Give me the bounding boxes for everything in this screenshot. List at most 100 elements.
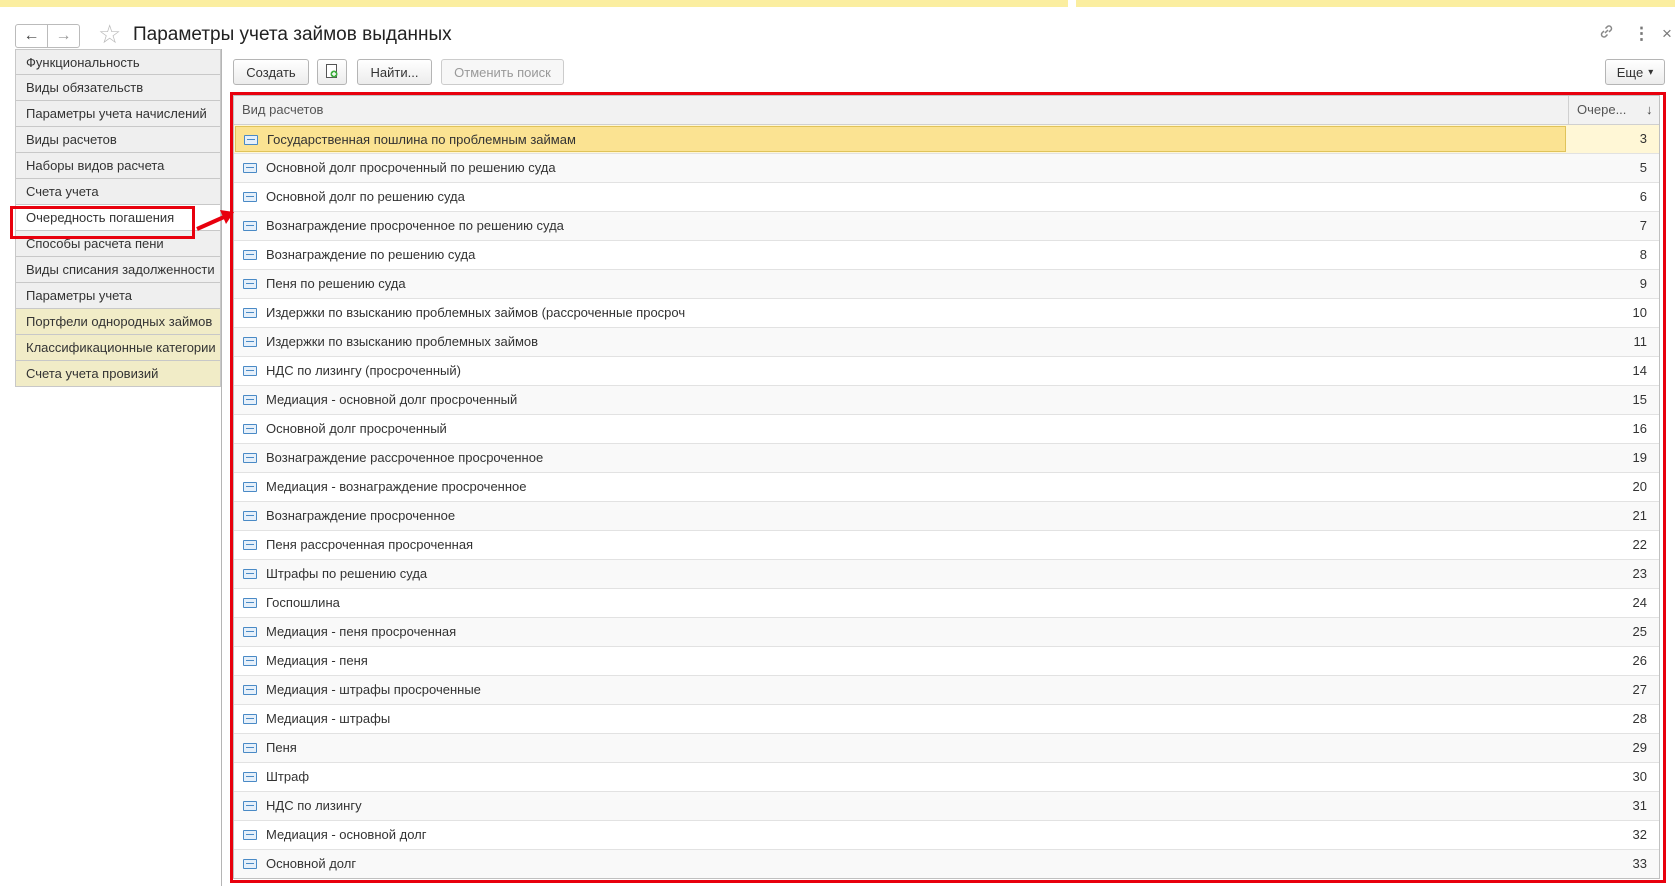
catalog-item-icon bbox=[243, 337, 257, 347]
column-header-name[interactable]: Вид расчетов bbox=[242, 96, 323, 124]
name-cell[interactable]: Вознаграждение рассроченное просроченное bbox=[235, 445, 1566, 471]
catalog-item-icon bbox=[243, 859, 257, 869]
table-row[interactable]: Медиация - пеня 26 bbox=[234, 647, 1659, 676]
table-row[interactable]: Основной долг по решению суда 6 bbox=[234, 183, 1659, 212]
back-button[interactable]: ← bbox=[16, 25, 47, 47]
calculation-type-name: Основной долг просроченный по решению су… bbox=[266, 160, 556, 175]
name-cell[interactable]: Медиация - основной долг bbox=[235, 822, 1566, 848]
name-cell[interactable]: Вознаграждение по решению суда bbox=[235, 242, 1566, 268]
table-row[interactable]: Издержки по взысканию проблемных займов 1… bbox=[234, 328, 1659, 357]
name-cell[interactable]: Медиация - вознаграждение просроченное bbox=[235, 474, 1566, 500]
table-row[interactable]: Госпошлина 24 bbox=[234, 589, 1659, 618]
name-cell[interactable]: Пеня рассроченная просроченная bbox=[235, 532, 1566, 558]
name-cell[interactable]: Издержки по взысканию проблемных займов … bbox=[235, 300, 1566, 326]
more-actions-icon[interactable]: ⋮ bbox=[1633, 23, 1650, 45]
sidebar-item[interactable]: Очередность погашения bbox=[15, 205, 221, 231]
column-header-order[interactable]: Очере... bbox=[1577, 96, 1626, 124]
table-row[interactable]: Пеня по решению суда 9 bbox=[234, 270, 1659, 299]
name-cell[interactable]: Основной долг просроченный по решению су… bbox=[235, 155, 1566, 181]
order-value: 16 bbox=[1632, 421, 1647, 436]
copy-button[interactable] bbox=[317, 59, 347, 85]
name-cell[interactable]: Медиация - основной долг просроченный bbox=[235, 387, 1566, 413]
sidebar-item[interactable]: Функциональность bbox=[15, 49, 221, 75]
table-row[interactable]: Вознаграждение по решению суда 8 bbox=[234, 241, 1659, 270]
table-row[interactable]: Основной долг просроченный по решению су… bbox=[234, 154, 1659, 183]
calculation-type-name: Издержки по взысканию проблемных займов … bbox=[266, 305, 686, 320]
calculation-type-name: Основной долг bbox=[266, 856, 357, 871]
link-icon[interactable] bbox=[1598, 23, 1615, 46]
sort-descending-icon[interactable]: ↓ bbox=[1646, 96, 1653, 124]
name-cell[interactable]: Пеня bbox=[235, 735, 1566, 761]
sidebar-item[interactable]: Наборы видов расчета bbox=[15, 153, 221, 179]
calculation-type-name: Медиация - штрафы просроченные bbox=[266, 682, 481, 697]
table-row[interactable]: Основной долг просроченный 16 bbox=[234, 415, 1659, 444]
sidebar-item[interactable]: Счета учета провизий bbox=[15, 361, 221, 387]
find-button[interactable]: Найти... bbox=[357, 59, 432, 85]
table-header: Вид расчетов Очере... ↓ bbox=[234, 96, 1659, 125]
favorite-star-icon[interactable]: ☆ bbox=[98, 19, 121, 49]
catalog-item-icon bbox=[243, 801, 257, 811]
name-cell[interactable]: Издержки по взысканию проблемных займов bbox=[235, 329, 1566, 355]
create-button[interactable]: Создать bbox=[233, 59, 309, 85]
calculation-type-name: Государственная пошлина по проблемным за… bbox=[267, 132, 576, 147]
sidebar-item[interactable]: Классификационные категории bbox=[15, 335, 221, 361]
name-cell[interactable]: Медиация - пеня просроченная bbox=[235, 619, 1566, 645]
catalog-item-icon bbox=[243, 511, 257, 521]
name-cell[interactable]: Основной долг просроченный bbox=[235, 416, 1566, 442]
close-icon[interactable]: × bbox=[1662, 23, 1672, 45]
cancel-search-button[interactable]: Отменить поиск bbox=[441, 59, 564, 85]
name-cell[interactable]: Пеня по решению суда bbox=[235, 271, 1566, 297]
table-row[interactable]: НДС по лизингу 31 bbox=[234, 792, 1659, 821]
table-row[interactable]: Государственная пошлина по проблемным за… bbox=[234, 125, 1659, 154]
table-row[interactable]: Издержки по взысканию проблемных займов … bbox=[234, 299, 1659, 328]
calculation-type-name: Вознаграждение рассроченное просроченное bbox=[266, 450, 544, 465]
calculation-type-name: Медиация - вознаграждение просроченное bbox=[266, 479, 527, 494]
table-row[interactable]: Вознаграждение просроченное 21 bbox=[234, 502, 1659, 531]
sidebar-item[interactable]: Параметры учета начислений bbox=[15, 101, 221, 127]
catalog-item-icon bbox=[243, 221, 257, 231]
calculation-type-name: Вознаграждение просроченное по решению с… bbox=[266, 218, 564, 233]
sidebar-item[interactable]: Счета учета bbox=[15, 179, 221, 205]
column-divider[interactable] bbox=[1568, 96, 1569, 124]
sidebar-item[interactable]: Виды списания задолженности bbox=[15, 257, 221, 283]
table-row[interactable]: Медиация - штрафы 28 bbox=[234, 705, 1659, 734]
table-row[interactable]: Медиация - пеня просроченная 25 bbox=[234, 618, 1659, 647]
name-cell[interactable]: Госпошлина bbox=[235, 590, 1566, 616]
catalog-item-icon bbox=[243, 250, 257, 260]
name-cell[interactable]: НДС по лизингу (просроченный) bbox=[235, 358, 1566, 384]
name-cell[interactable]: Государственная пошлина по проблемным за… bbox=[235, 126, 1566, 152]
table-row[interactable]: Штрафы по решению суда 23 bbox=[234, 560, 1659, 589]
navigation-buttons: ← → bbox=[15, 24, 80, 48]
sidebar-item[interactable]: Виды расчетов bbox=[15, 127, 221, 153]
name-cell[interactable]: НДС по лизингу bbox=[235, 793, 1566, 819]
name-cell[interactable]: Основной долг по решению суда bbox=[235, 184, 1566, 210]
name-cell[interactable]: Вознаграждение просроченное bbox=[235, 503, 1566, 529]
name-cell[interactable]: Штрафы по решению суда bbox=[235, 561, 1566, 587]
table-row[interactable]: Медиация - вознаграждение просроченное 20 bbox=[234, 473, 1659, 502]
catalog-item-icon bbox=[244, 135, 258, 145]
name-cell[interactable]: Медиация - пеня bbox=[235, 648, 1566, 674]
table-row[interactable]: Основной долг 33 bbox=[234, 850, 1659, 878]
table-row[interactable]: Медиация - штрафы просроченные 27 bbox=[234, 676, 1659, 705]
table-row[interactable]: Вознаграждение рассроченное просроченное… bbox=[234, 444, 1659, 473]
calculation-type-name: НДС по лизингу bbox=[266, 798, 362, 813]
name-cell[interactable]: Штраф bbox=[235, 764, 1566, 790]
table-row[interactable]: Медиация - основной долг 32 bbox=[234, 821, 1659, 850]
sidebar-item[interactable]: Параметры учета bbox=[15, 283, 221, 309]
more-menu-button[interactable]: Еще ▾ bbox=[1605, 59, 1665, 85]
name-cell[interactable]: Медиация - штрафы bbox=[235, 706, 1566, 732]
name-cell[interactable]: Медиация - штрафы просроченные bbox=[235, 677, 1566, 703]
table-row[interactable]: НДС по лизингу (просроченный) 14 bbox=[234, 357, 1659, 386]
catalog-item-icon bbox=[243, 598, 257, 608]
sidebar-item[interactable]: Портфели однородных займов bbox=[15, 309, 221, 335]
sidebar-item[interactable]: Виды обязательств bbox=[15, 75, 221, 101]
table-row[interactable]: Штраф 30 bbox=[234, 763, 1659, 792]
forward-button[interactable]: → bbox=[47, 25, 79, 47]
name-cell[interactable]: Вознаграждение просроченное по решению с… bbox=[235, 213, 1566, 239]
table-row[interactable]: Вознаграждение просроченное по решению с… bbox=[234, 212, 1659, 241]
table-row[interactable]: Медиация - основной долг просроченный 15 bbox=[234, 386, 1659, 415]
sidebar-item[interactable]: Способы расчета пени bbox=[15, 231, 221, 257]
table-row[interactable]: Пеня рассроченная просроченная 22 bbox=[234, 531, 1659, 560]
name-cell[interactable]: Основной долг bbox=[235, 851, 1566, 877]
table-row[interactable]: Пеня 29 bbox=[234, 734, 1659, 763]
